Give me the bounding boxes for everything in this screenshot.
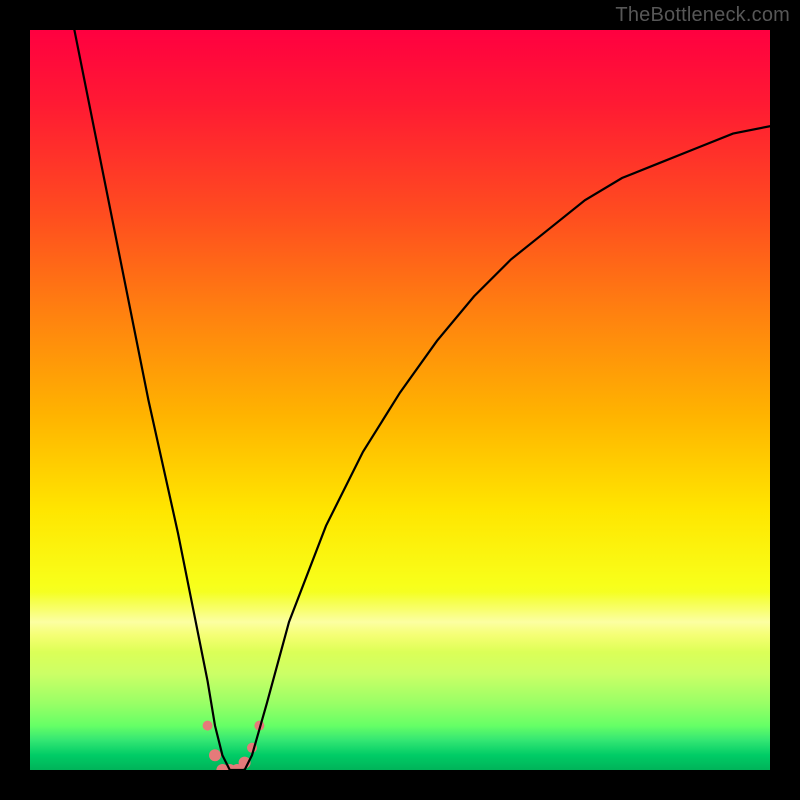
data-marker (203, 721, 213, 731)
bottleneck-curve (74, 30, 770, 770)
plot-area (30, 30, 770, 770)
curve-layer (30, 30, 770, 770)
chart-frame: TheBottleneck.com (0, 0, 800, 800)
data-marker (209, 749, 221, 761)
watermark-text: TheBottleneck.com (615, 4, 790, 27)
